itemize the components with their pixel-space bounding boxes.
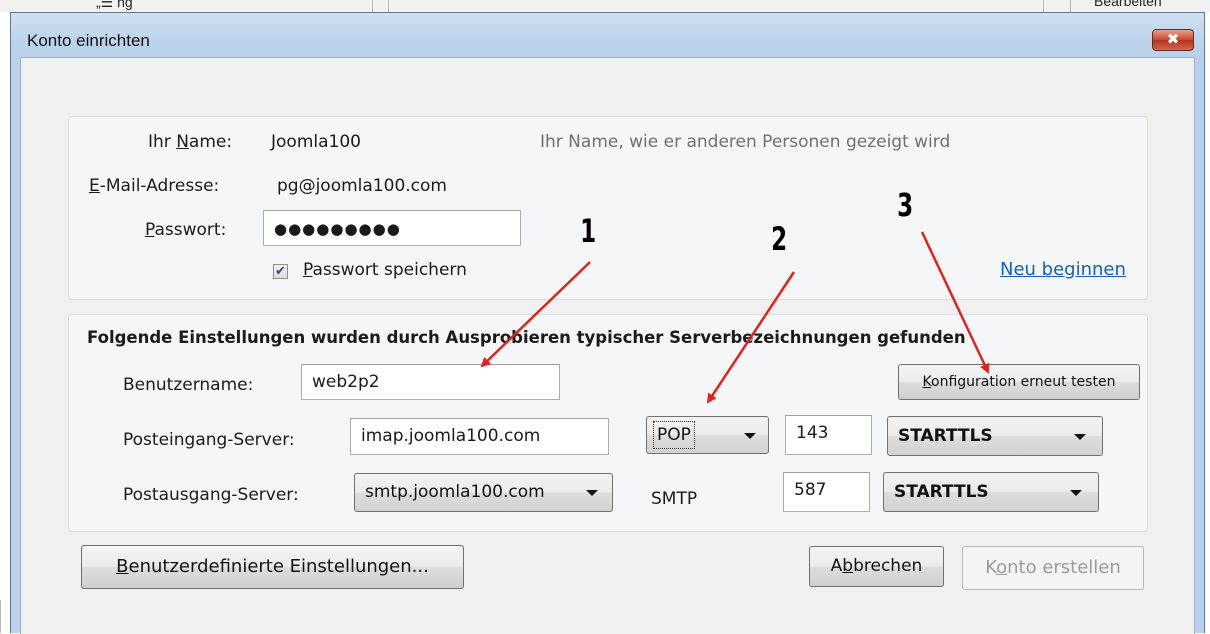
incoming-server-label: Posteingang-Server: xyxy=(123,430,295,450)
create-account-button[interactable]: Konto erstellen xyxy=(962,546,1144,590)
restart-link[interactable]: Neu beginnen xyxy=(1000,259,1126,280)
advanced-settings-button[interactable]: Benutzerdefinierte Einstellungen... xyxy=(81,545,464,589)
background-app-top xyxy=(0,0,1210,12)
chevron-down-icon xyxy=(1070,490,1082,496)
incoming-server-field[interactable]: imap.joomla100.com xyxy=(350,418,609,455)
chevron-down-icon xyxy=(586,490,598,496)
save-password-checkbox[interactable]: ✔ xyxy=(273,264,288,279)
outgoing-security-value: STARTTLS xyxy=(894,482,989,502)
background-divider xyxy=(0,600,1,633)
incoming-protocol-value: POP xyxy=(653,421,695,449)
background-app-text: „☰ ng xyxy=(96,0,133,10)
cancel-button[interactable]: Abbrechen xyxy=(809,546,944,587)
close-icon: ✖ xyxy=(1166,30,1180,48)
username-field[interactable]: web2p2 xyxy=(301,364,560,400)
outgoing-server-value: smtp.joomla100.com xyxy=(365,482,545,502)
retest-config-button[interactable]: Konfiguration erneut testen xyxy=(898,364,1140,400)
name-hint: Ihr Name, wie er anderen Personen gezeig… xyxy=(540,132,951,152)
email-label: E-Mail-Adresse: xyxy=(89,176,220,196)
title-bar[interactable]: Konto einrichten ✖ xyxy=(11,13,1204,57)
outgoing-protocol-label: SMTP xyxy=(651,489,698,509)
save-password-label[interactable]: Passwort speichern xyxy=(303,260,467,280)
password-label: Passwort: xyxy=(145,220,227,240)
outgoing-server-select[interactable]: smtp.joomla100.com xyxy=(354,473,613,512)
settings-heading: Folgende Einstellungen wurden durch Ausp… xyxy=(87,328,966,347)
close-button[interactable]: ✖ xyxy=(1152,29,1194,51)
username-label: Benutzername: xyxy=(123,375,254,395)
incoming-port-field[interactable]: 143 xyxy=(785,415,872,455)
chevron-down-icon xyxy=(744,433,756,439)
email-value[interactable]: pg@joomla100.com xyxy=(277,176,447,196)
annotation-number-2: 2 xyxy=(771,220,788,258)
background-edit-button: Bearbeiten xyxy=(1094,0,1162,9)
outgoing-server-label: Postausgang-Server: xyxy=(123,485,299,505)
outgoing-security-select[interactable]: STARTTLS xyxy=(883,472,1099,512)
password-field[interactable]: ●●●●●●●●● xyxy=(263,210,521,246)
incoming-security-select[interactable]: STARTTLS xyxy=(887,416,1103,456)
name-value[interactable]: Joomla100 xyxy=(271,132,361,152)
incoming-security-value: STARTTLS xyxy=(898,426,993,446)
annotation-number-1: 1 xyxy=(580,212,597,250)
chevron-down-icon xyxy=(1074,434,1086,440)
outgoing-port-field[interactable]: 587 xyxy=(783,472,870,512)
annotation-number-3: 3 xyxy=(897,186,914,224)
window-title: Konto einrichten xyxy=(27,31,150,50)
account-setup-dialog: Konto einrichten ✖ Ihr Name: Joomla100 I… xyxy=(10,12,1205,634)
dialog-content: Ihr Name: Joomla100 Ihr Name, wie er and… xyxy=(20,57,1195,634)
name-label: Ihr Name: xyxy=(148,132,233,152)
incoming-protocol-select[interactable]: POP xyxy=(646,416,769,454)
